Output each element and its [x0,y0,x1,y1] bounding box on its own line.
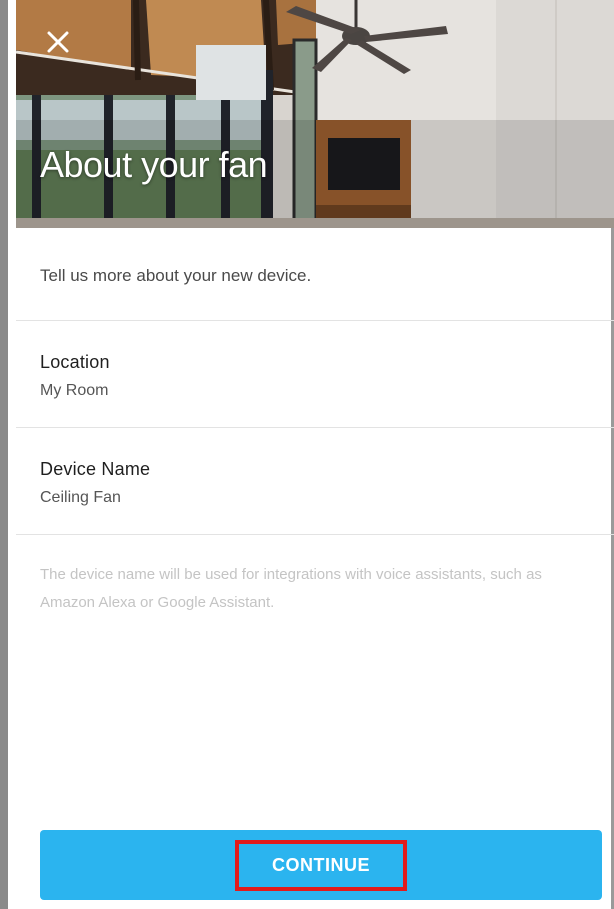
device-name-value: Ceiling Fan [40,489,121,506]
device-name-field[interactable]: Device Name Ceiling Fan [16,428,614,535]
header-image: About your fan [16,0,614,228]
continue-button-label: CONTINUE [235,839,407,891]
close-button[interactable] [46,30,82,66]
help-text: The device name will be used for integra… [40,566,542,611]
room-illustration [16,0,614,228]
location-value: My Room [40,382,109,399]
content-area: Tell us more about your new device. Loca… [16,228,614,617]
location-field[interactable]: Location My Room [16,321,614,428]
continue-button[interactable]: CONTINUE [40,830,602,900]
close-icon [47,31,69,53]
app-frame: About your fan Tell us more about your n… [0,0,614,909]
device-name-label: Device Name [40,459,151,479]
intro-text: Tell us more about your new device. [16,228,614,321]
page-title: About your fan [40,144,268,185]
location-label: Location [40,352,110,372]
